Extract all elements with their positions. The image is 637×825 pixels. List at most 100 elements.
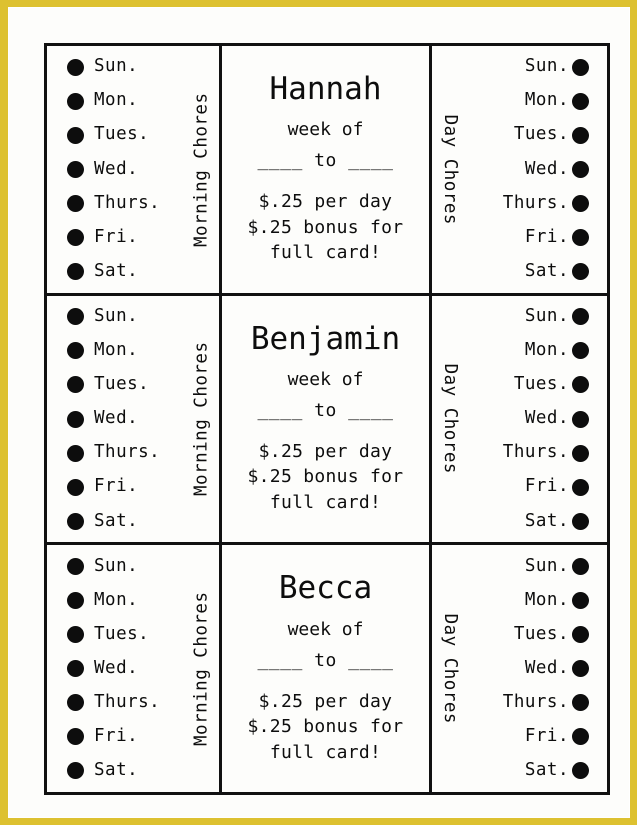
day-row[interactable]: Thurs. — [67, 444, 185, 462]
checkbox-dot-icon[interactable] — [67, 229, 84, 247]
day-chore-list: Sun. Mon. Tues. Wed. Thurs. Fri. Sat. — [466, 549, 607, 788]
checkbox-dot-icon[interactable] — [67, 626, 84, 644]
day-row[interactable]: Sat. — [67, 762, 185, 780]
checkbox-dot-icon[interactable] — [67, 728, 84, 746]
checkbox-dot-icon[interactable] — [572, 229, 589, 247]
day-chores-heading: Day Chores — [432, 300, 466, 539]
day-row[interactable]: Sun. — [67, 307, 185, 326]
checkbox-dot-icon[interactable] — [67, 557, 84, 575]
day-row[interactable]: Sun. — [525, 58, 589, 76]
checkbox-dot-icon[interactable] — [572, 126, 589, 144]
checkbox-dot-icon[interactable] — [67, 58, 84, 76]
day-row[interactable]: Tues. — [67, 625, 185, 644]
day-label: Wed. — [94, 657, 139, 678]
checkbox-dot-icon[interactable] — [67, 126, 84, 144]
checkbox-dot-icon[interactable] — [572, 58, 589, 76]
date-range-blank[interactable]: ____ to ____ — [257, 401, 393, 421]
day-row[interactable]: Mon. — [525, 92, 589, 110]
day-row[interactable]: Sun. — [524, 305, 589, 326]
checkbox-dot-icon[interactable] — [67, 444, 84, 462]
day-row[interactable]: Mon. — [525, 591, 589, 610]
date-range-blank[interactable]: ____ to ____ — [257, 651, 393, 671]
day-row[interactable]: Fri. — [525, 728, 589, 746]
checkbox-dot-icon[interactable] — [67, 478, 84, 496]
checkbox-dot-icon[interactable] — [67, 342, 84, 360]
checkbox-dot-icon[interactable] — [67, 263, 84, 281]
checkbox-dot-icon[interactable] — [572, 557, 589, 575]
checkbox-dot-icon[interactable] — [67, 762, 84, 780]
day-row[interactable]: Fri. — [67, 728, 185, 746]
checkbox-dot-icon[interactable] — [572, 342, 589, 360]
morning-chores-column: Sun. Mon. Tues. Wed. Thurs. Fri. Sat. Mo… — [47, 46, 222, 293]
checkbox-dot-icon[interactable] — [572, 512, 589, 530]
day-chores-heading: Day Chores — [432, 549, 466, 788]
day-row[interactable]: Sun. — [67, 557, 185, 576]
day-row[interactable]: Fri. — [525, 228, 589, 247]
day-row[interactable]: Wed. — [67, 657, 185, 678]
checkbox-dot-icon[interactable] — [67, 194, 84, 212]
day-row[interactable]: Tues. — [67, 376, 185, 394]
day-row[interactable]: Sat. — [525, 512, 589, 531]
checkbox-dot-icon[interactable] — [67, 376, 84, 394]
day-row[interactable]: Wed. — [67, 160, 185, 179]
week-of-label: week of — [287, 618, 364, 640]
day-row[interactable]: Mon. — [525, 342, 589, 360]
day-row[interactable]: Tues. — [514, 126, 589, 144]
page-gold-frame: Sun. Mon. Tues. Wed. Thurs. Fri. Sat. Mo… — [0, 0, 637, 825]
checkbox-dot-icon[interactable] — [572, 762, 589, 780]
checkbox-dot-icon[interactable] — [67, 308, 84, 326]
day-row[interactable]: Mon. — [67, 92, 185, 110]
card-info-column: Benjamin week of ____ to ____ $.25 per d… — [222, 295, 432, 543]
checkbox-dot-icon[interactable] — [572, 410, 589, 428]
checkbox-dot-icon[interactable] — [572, 478, 589, 496]
day-row[interactable]: Thurs. — [503, 444, 589, 462]
checkbox-dot-icon[interactable] — [572, 92, 589, 110]
day-row[interactable]: Wed. — [525, 160, 589, 179]
day-row[interactable]: Mon. — [67, 342, 185, 360]
day-row[interactable]: Wed. — [525, 659, 589, 678]
day-row[interactable]: Fri. — [67, 478, 185, 496]
checkbox-dot-icon[interactable] — [572, 728, 589, 746]
pay-per-day-line: $.25 per day — [258, 690, 393, 712]
day-row[interactable]: Mon. — [67, 591, 185, 610]
day-row[interactable]: Tues. — [514, 625, 589, 644]
day-label: Sun. — [94, 56, 139, 77]
checkbox-dot-icon[interactable] — [572, 263, 589, 281]
day-label: Sat. — [94, 760, 139, 781]
checkbox-dot-icon[interactable] — [572, 660, 589, 678]
day-row[interactable]: Wed. — [67, 410, 185, 428]
checkbox-dot-icon[interactable] — [67, 410, 84, 428]
day-row[interactable]: Sun. — [525, 557, 589, 576]
day-row[interactable]: Thurs. — [503, 694, 589, 712]
checkbox-dot-icon[interactable] — [572, 444, 589, 462]
checkbox-dot-icon[interactable] — [67, 694, 84, 712]
date-range-blank[interactable]: ____ to ____ — [257, 151, 393, 171]
day-row[interactable]: Tues. — [514, 376, 589, 394]
checkbox-dot-icon[interactable] — [67, 160, 84, 178]
day-row[interactable]: Thurs. — [67, 694, 185, 712]
checkbox-dot-icon[interactable] — [67, 591, 84, 609]
checkbox-dot-icon[interactable] — [572, 194, 589, 212]
checkbox-dot-icon[interactable] — [572, 160, 589, 178]
day-chores-column: Day Chores Sun. Mon. Tues. Wed. Thurs. F… — [432, 296, 607, 543]
day-row[interactable]: Thurs. — [503, 194, 589, 213]
day-row[interactable]: Sat. — [525, 762, 589, 780]
checkbox-dot-icon[interactable] — [572, 626, 589, 644]
day-row[interactable]: Sat. — [67, 512, 185, 531]
checkbox-dot-icon[interactable] — [572, 376, 589, 394]
day-row[interactable]: Fri. — [525, 478, 589, 496]
day-row[interactable]: Wed. — [525, 410, 589, 428]
day-row[interactable]: Sat. — [67, 262, 185, 281]
checkbox-dot-icon[interactable] — [67, 92, 84, 110]
day-label: Sun. — [524, 305, 569, 326]
day-row[interactable]: Thurs. — [67, 194, 185, 213]
day-row[interactable]: Sun. — [67, 58, 185, 76]
checkbox-dot-icon[interactable] — [572, 591, 589, 609]
day-row[interactable]: Tues. — [67, 126, 185, 144]
day-row[interactable]: Sat. — [525, 262, 589, 281]
checkbox-dot-icon[interactable] — [67, 512, 84, 530]
checkbox-dot-icon[interactable] — [572, 694, 589, 712]
checkbox-dot-icon[interactable] — [67, 660, 84, 678]
checkbox-dot-icon[interactable] — [572, 308, 589, 326]
day-row[interactable]: Fri. — [67, 228, 185, 247]
